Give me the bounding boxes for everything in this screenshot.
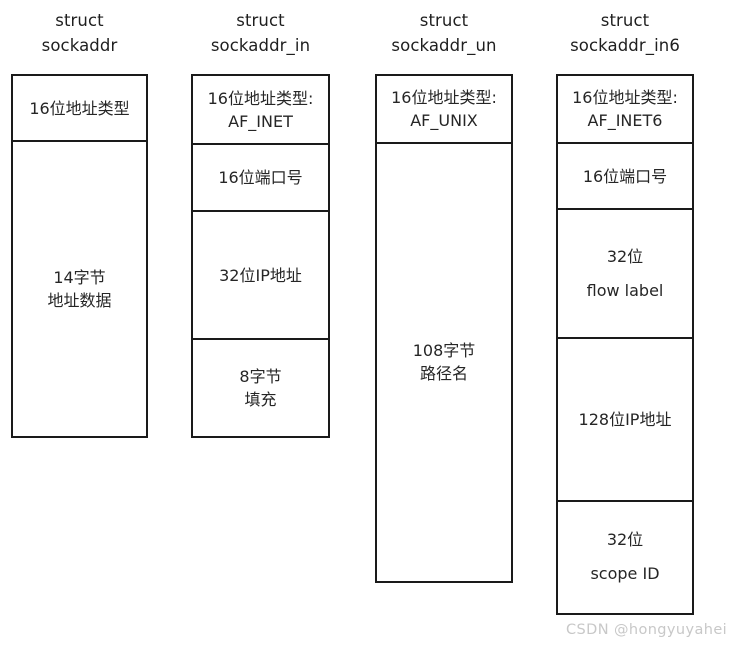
field-label-line: AF_INET [228, 111, 293, 131]
struct-box-sockaddr-in: 16位地址类型: AF_INET 16位端口号 32位IP地址 8字节 填充 [191, 74, 330, 438]
field-sockaddr-un-pathname: 108字节 路径名 [377, 142, 511, 580]
field-label-line: 16位地址类型: [207, 88, 314, 108]
field-label-line: 16位端口号 [582, 166, 668, 186]
field-sockaddr-in6-flow-label: 32位 flow label [558, 208, 692, 337]
column-sockaddr-in6: struct sockaddr_in6 16位地址类型: AF_INET6 16… [556, 8, 694, 615]
struct-box-sockaddr-in6: 16位地址类型: AF_INET6 16位端口号 32位 flow label … [556, 74, 694, 615]
column-title-sockaddr-in: struct sockaddr_in [210, 11, 311, 55]
column-sockaddr: struct sockaddr 16位地址类型 14字节 地址数据 [11, 8, 148, 588]
field-sockaddr-in6-ip-address: 128位IP地址 [558, 337, 692, 500]
column-title-sockaddr: struct sockaddr [41, 11, 118, 55]
struct-box-sockaddr: 16位地址类型 14字节 地址数据 [11, 74, 148, 438]
field-sockaddr-in-ip-address: 32位IP地址 [193, 210, 328, 338]
struct-box-sockaddr-un: 16位地址类型: AF_UNIX 108字节 路径名 [375, 74, 513, 583]
field-label-line: 16位地址类型: [572, 88, 678, 107]
field-label-line: 16位地址类型 [29, 98, 130, 118]
field-label-line: 14字节 [53, 267, 106, 287]
field-sockaddr-addr-family: 16位地址类型 [13, 76, 146, 140]
field-sockaddr-in6-scope-id: 32位 scope ID [558, 500, 692, 612]
field-sockaddr-in-padding: 8字节 填充 [193, 338, 328, 435]
column-title-sockaddr-un: struct sockaddr_un [391, 11, 497, 55]
column-sockaddr-un: struct sockaddr_un 16位地址类型: AF_UNIX 108字… [375, 8, 513, 588]
field-sockaddr-un-addr-family: 16位地址类型: AF_UNIX [377, 76, 511, 142]
field-label-line: 32位IP地址 [219, 265, 302, 285]
field-label-line: 16位端口号 [218, 168, 303, 187]
field-label-line: 32位 [606, 246, 644, 266]
field-label-line: 16位地址类型: [391, 88, 497, 107]
field-label-line: 108字节 [412, 341, 476, 360]
field-sockaddr-in6-port: 16位端口号 [558, 142, 692, 208]
field-label-line: flow label [586, 280, 664, 300]
field-label-line: 32位 [606, 530, 644, 549]
field-label-line: AF_INET6 [587, 111, 663, 130]
field-label-line: AF_UNIX [410, 111, 478, 130]
watermark-csdn: CSDN @hongyuyahei [566, 622, 728, 638]
column-title-sockaddr-in6: struct sockaddr_in6 [570, 11, 680, 55]
column-sockaddr-in: struct sockaddr_in 16位地址类型: AF_INET 16位端… [191, 8, 330, 588]
field-sockaddr-in6-addr-family: 16位地址类型: AF_INET6 [558, 76, 692, 142]
field-label-line: 路径名 [419, 364, 468, 383]
field-label-line: 128位IP地址 [578, 410, 672, 429]
field-label-line: 8字节 [239, 366, 282, 386]
field-label-line: scope ID [590, 564, 660, 583]
field-label-line: 填充 [244, 389, 277, 409]
field-sockaddr-in-port: 16位端口号 [193, 143, 328, 210]
field-label-line: 地址数据 [47, 290, 112, 310]
field-sockaddr-addr-data: 14字节 地址数据 [13, 140, 146, 435]
struct-comparison-diagram: struct sockaddr 16位地址类型 14字节 地址数据 struct… [0, 0, 738, 650]
field-sockaddr-in-addr-family: 16位地址类型: AF_INET [193, 76, 328, 143]
